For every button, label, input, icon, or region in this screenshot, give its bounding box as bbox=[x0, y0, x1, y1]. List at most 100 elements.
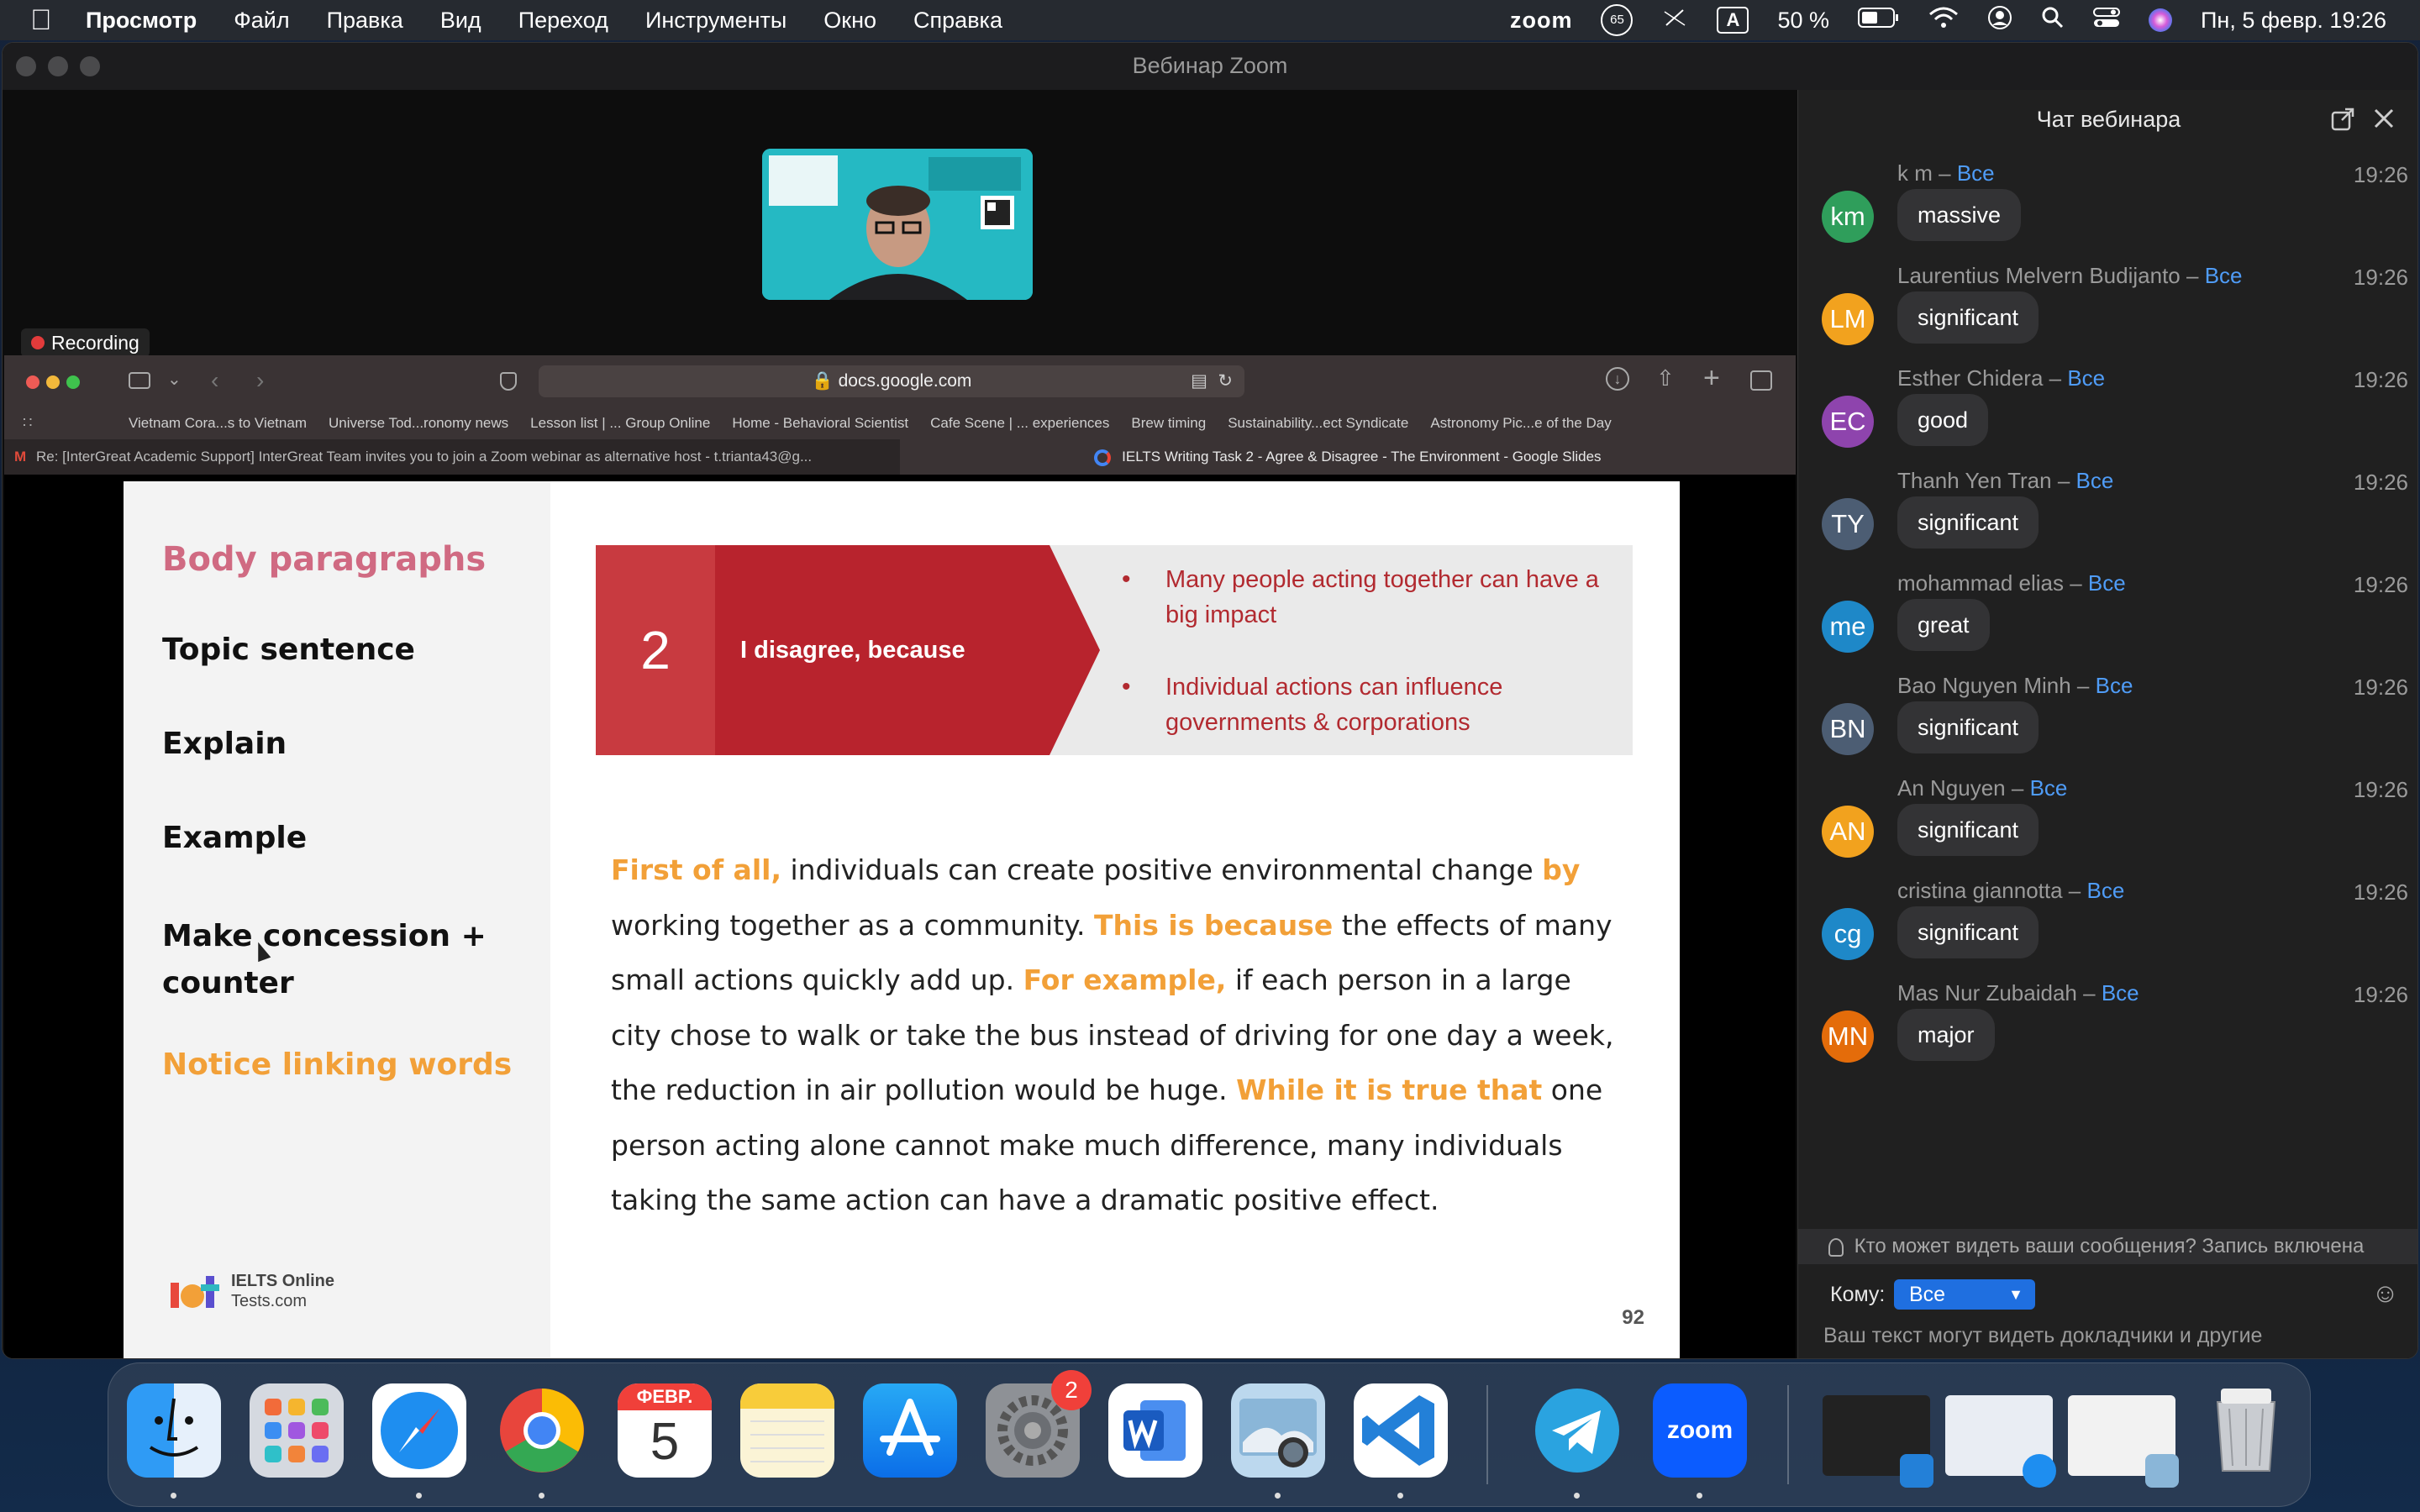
zoom-webinar-window: Вебинар Zoom Recording ⌄ ‹ › 🔒 docs.goog… bbox=[2, 42, 2418, 1359]
wifi-icon[interactable] bbox=[1928, 6, 1959, 35]
menu-help[interactable]: Справка bbox=[913, 8, 1002, 34]
recipient-link[interactable]: Все bbox=[2102, 980, 2139, 1005]
chat-compose: Кому: Все ▼ ☺ Ваш текст могут видеть док… bbox=[1798, 1264, 2417, 1358]
finder-icon[interactable] bbox=[127, 1383, 221, 1478]
sender-line: Laurentius Melvern Budijanto – Все bbox=[1897, 263, 2243, 289]
slide-linking-words: Notice linking words bbox=[162, 1047, 513, 1082]
battery-icon[interactable] bbox=[1858, 7, 1900, 34]
zoom-window-button[interactable] bbox=[80, 56, 100, 76]
launchpad-icon[interactable] bbox=[250, 1383, 344, 1478]
recipient-link[interactable]: Все bbox=[2030, 775, 2068, 801]
emoji-icon[interactable]: ☺ bbox=[2371, 1278, 2399, 1309]
sender-line: cristina giannotta – Все bbox=[1897, 878, 2124, 904]
logo-line1: IELTS Online bbox=[231, 1272, 334, 1290]
browser-maximize-button bbox=[66, 375, 80, 389]
minimized-window-safari[interactable] bbox=[1945, 1395, 2056, 1488]
menu-file[interactable]: Файл bbox=[234, 8, 289, 34]
notes-icon[interactable] bbox=[740, 1383, 834, 1478]
message-time: 19:26 bbox=[2353, 572, 2408, 597]
chat-message: TY Thanh Yen Tran – Все 19:26 significant bbox=[1822, 468, 2410, 569]
slide-page-number: 92 bbox=[1622, 1306, 1644, 1329]
siri-icon[interactable] bbox=[2149, 8, 2172, 32]
notification-icon[interactable]: 65 bbox=[1601, 4, 1634, 36]
bookmark-item: Astronomy Pic...e of the Day bbox=[1430, 415, 1612, 431]
tab-slides-title: IELTS Writing Task 2 - Agree & Disagree … bbox=[1122, 449, 1602, 465]
menu-go[interactable]: Переход bbox=[518, 8, 608, 34]
minimized-window-vscode[interactable] bbox=[1823, 1395, 1933, 1488]
chat-privacy-notice[interactable]: Кто может видеть ваши сообщения? Запись … bbox=[1798, 1229, 2417, 1264]
recipient-link[interactable]: Все bbox=[2088, 570, 2126, 596]
pop-out-icon[interactable] bbox=[2330, 107, 2355, 139]
word-icon[interactable] bbox=[1108, 1383, 1202, 1478]
trash-icon[interactable] bbox=[2199, 1383, 2293, 1478]
search-icon[interactable] bbox=[2041, 6, 2065, 35]
app-store-icon[interactable] bbox=[863, 1383, 957, 1478]
chevron-down-icon: ⌄ bbox=[167, 370, 182, 389]
input-source-icon[interactable]: A bbox=[1717, 7, 1749, 34]
message-time: 19:26 bbox=[2353, 675, 2408, 700]
close-window-button[interactable] bbox=[16, 56, 36, 76]
battery-label[interactable]: 50 % bbox=[1777, 8, 1829, 34]
user-icon[interactable] bbox=[1987, 5, 2012, 36]
paragraph-text: individuals can create positive environm… bbox=[781, 853, 1543, 886]
menu-edit[interactable]: Правка bbox=[327, 8, 403, 34]
safari-icon[interactable] bbox=[372, 1383, 466, 1478]
chat-message: LM Laurentius Melvern Budijanto – Все 19:2… bbox=[1822, 263, 2410, 364]
chrome-icon[interactable] bbox=[495, 1383, 589, 1478]
sender-separator: – bbox=[2070, 673, 2096, 698]
presentation-slide: Body paragraphs Topic sentence Explain E… bbox=[124, 481, 1680, 1358]
recording-indicator[interactable]: Recording bbox=[21, 328, 150, 357]
clock[interactable]: Пн, 5 февр. 19:26 bbox=[2201, 8, 2386, 34]
minimize-window-button[interactable] bbox=[48, 56, 68, 76]
avatar: me bbox=[1822, 601, 1874, 653]
linking-word: For example, bbox=[1023, 963, 1227, 996]
menu-view[interactable]: Вид bbox=[440, 8, 481, 34]
menu-tools[interactable]: Инструменты bbox=[645, 8, 786, 34]
recipient-link[interactable]: Все bbox=[2067, 365, 2105, 391]
recipient-link[interactable]: Все bbox=[2096, 673, 2133, 698]
preview-icon[interactable] bbox=[1231, 1383, 1325, 1478]
speaker-video-thumbnail[interactable] bbox=[762, 149, 1033, 300]
avatar: km bbox=[1822, 191, 1874, 243]
gmail-icon: M bbox=[14, 449, 27, 465]
google-icon bbox=[1094, 449, 1112, 466]
menu-window[interactable]: Окно bbox=[823, 8, 876, 34]
calendar-day: 5 bbox=[650, 1413, 680, 1471]
minimized-window-preview[interactable] bbox=[2068, 1395, 2179, 1488]
control-center-icon[interactable] bbox=[2093, 6, 2120, 35]
pen-off-icon[interactable] bbox=[1661, 7, 1688, 34]
calendar-icon[interactable]: ФЕВР. 5 bbox=[618, 1383, 712, 1478]
sender-name: Laurentius Melvern Budijanto bbox=[1897, 263, 2181, 288]
notes-lines bbox=[750, 1420, 824, 1422]
chat-message: EC Esther Chidera – Все 19:26 good bbox=[1822, 365, 2410, 466]
chat-message-input[interactable]: Ваш текст могут видеть докладчики и друг… bbox=[1823, 1321, 2328, 1358]
bookmarks-bar: ∷ Vietnam Cora...s to Vietnam Universe T… bbox=[4, 407, 1796, 439]
system-settings-icon[interactable]: 2 bbox=[986, 1370, 1092, 1478]
menu-app-name[interactable]: Просмотр bbox=[86, 8, 197, 34]
bullet-dot-icon: • bbox=[1122, 673, 1131, 701]
preview-badge-icon bbox=[2145, 1454, 2179, 1488]
bookmark-item: Brew timing bbox=[1131, 415, 1207, 431]
recipient-link[interactable]: Все bbox=[1957, 160, 1995, 186]
apple-icon[interactable]:  bbox=[30, 4, 60, 37]
zoom-menu-extra[interactable]: zoom bbox=[1510, 8, 1573, 34]
video-area: Recording ⌄ ‹ › 🔒 docs.google.com ▤ ↻ ↓ … bbox=[3, 90, 1797, 1358]
message-bubble: significant bbox=[1897, 804, 2039, 856]
vscode-icon[interactable] bbox=[1354, 1383, 1448, 1478]
recipient-dropdown[interactable]: Все ▼ bbox=[1894, 1279, 2035, 1310]
window-titlebar: Вебинар Zoom bbox=[3, 43, 2417, 90]
recipient-link[interactable]: Все bbox=[2086, 878, 2124, 903]
ielts-logo: IELTS Online Tests.com bbox=[169, 1271, 334, 1311]
recipient-link[interactable]: Все bbox=[2205, 263, 2243, 288]
running-indicator bbox=[416, 1493, 422, 1499]
recipient-link[interactable]: Все bbox=[2076, 468, 2114, 493]
running-indicator bbox=[1697, 1493, 1702, 1499]
notes-header bbox=[740, 1383, 834, 1409]
safari-badge-icon bbox=[2023, 1454, 2056, 1488]
telegram-icon[interactable] bbox=[1530, 1383, 1624, 1478]
close-icon[interactable] bbox=[2372, 107, 2396, 137]
sender-separator: – bbox=[2005, 775, 2030, 801]
chat-message: BN Bao Nguyen Minh – Все 19:26 significant bbox=[1822, 673, 2410, 774]
sender-line: mohammad elias – Все bbox=[1897, 570, 2126, 596]
zoom-icon[interactable]: zoom bbox=[1653, 1383, 1747, 1478]
